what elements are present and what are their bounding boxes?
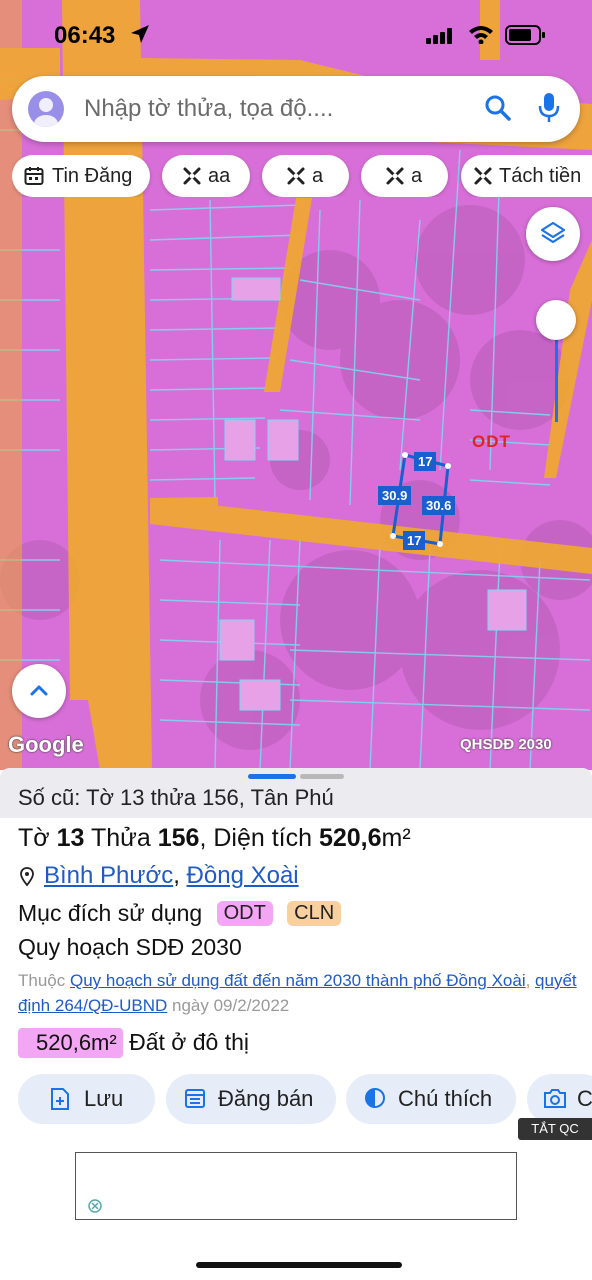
status-bar: 06:43 <box>0 0 592 70</box>
plan-title: Quy hoạch SDĐ 2030 <box>18 934 242 960</box>
parcel-info-sheet: Số cũ: Tờ 13 thửa 156, Tân Phú Tờ 13 Thử… <box>0 768 592 1280</box>
chip-label: Tách tiền <box>499 165 582 187</box>
layers-button[interactable] <box>526 207 580 261</box>
avatar[interactable] <box>28 91 64 127</box>
title-area-unit: m² <box>381 824 411 852</box>
cross-tools-icon <box>474 167 492 185</box>
user-avatar-icon <box>34 98 58 127</box>
province-link[interactable]: Bình Phước <box>44 862 173 889</box>
title-area-label: Diện tích <box>213 824 313 852</box>
home-indicator[interactable] <box>196 1262 402 1268</box>
layers-icon <box>540 221 566 244</box>
expand-up-button[interactable] <box>12 664 66 718</box>
title-thua-number: 156 <box>157 824 200 852</box>
search-bar[interactable]: Nhập tờ thửa, tọa độ.... <box>12 76 580 142</box>
microphone-icon[interactable] <box>538 92 560 124</box>
opacity-slider-knob[interactable] <box>536 300 576 340</box>
action-buttons: Lưu Đăng bán Chú thích C <box>18 1074 592 1124</box>
parcel-title: Tờ 13 Thửa 156, Diện tích 520,6m² <box>18 824 411 852</box>
save-button[interactable]: Lưu <box>18 1074 155 1124</box>
sheet-header[interactable]: Số cũ: Tờ 13 thửa 156, Tân Phú <box>0 768 592 818</box>
zone-label: ODT <box>472 432 511 451</box>
ad-banner[interactable] <box>75 1152 517 1220</box>
status-time: 06:43 <box>54 22 116 49</box>
chip-label: aa <box>208 165 231 187</box>
district-link[interactable]: Đồng Xoài <box>187 862 299 889</box>
plan-prefix: Thuộc <box>18 971 66 990</box>
title-to-number: 13 <box>56 824 85 852</box>
location-row: Bình Phước, Đồng Xoài <box>18 862 299 890</box>
title-area-value: 520,6 <box>318 824 382 852</box>
chip-tin-dang[interactable]: Tin Đăng <box>12 155 150 197</box>
wifi-icon <box>469 26 493 44</box>
battery-icon <box>505 25 545 45</box>
purpose-label: Mục đích sử dụng <box>18 900 203 926</box>
plan-date: ngày 09/2/2022 <box>172 996 290 1015</box>
legend-button[interactable]: Chú thích <box>346 1074 516 1124</box>
post-sale-label: Đăng bán <box>218 1086 314 1111</box>
filter-chips: Tin Đăng aa a a Tách tiền <box>12 155 592 197</box>
layer-tag: QHSDĐ 2030 <box>460 736 552 753</box>
chip-tach-tien[interactable]: Tách tiền <box>461 155 592 197</box>
cross-tools-icon <box>183 167 201 185</box>
google-logo: Google <box>8 732 84 757</box>
old-reference: Số cũ: Tờ 13 thửa 156, Tân Phú <box>18 785 334 810</box>
plan-description: Thuộc Quy hoạch sử dụng đất đến năm 2030… <box>18 971 577 1015</box>
plan-link[interactable]: Quy hoạch sử dụng đất đến năm 2030 thành… <box>70 971 526 990</box>
chip-a-1[interactable]: a <box>262 155 349 197</box>
dimension-top: 17 <box>414 452 437 471</box>
chip-label: Tin Đăng <box>52 165 133 187</box>
map-pin-icon <box>20 867 34 887</box>
purpose-row: Mục đích sử dụng ODT CLN <box>18 900 342 927</box>
chip-label: a <box>312 165 324 187</box>
map-view[interactable]: 06:43 Nhập tờ thửa, tọa độ.... Tin Đăng … <box>0 0 592 770</box>
title-thua-word: Thửa <box>90 824 151 852</box>
search-input[interactable]: Nhập tờ thửa, tọa độ.... <box>84 95 333 123</box>
location-arrow-icon <box>131 25 149 43</box>
chip-label: a <box>411 165 423 187</box>
area-type: Đất ở đô thị <box>129 1029 250 1055</box>
chevron-up-icon <box>30 685 48 696</box>
cross-tools-icon <box>287 167 305 185</box>
title-to-word: Tờ <box>18 824 50 852</box>
sheet-handle[interactable] <box>300 774 344 779</box>
sheet-handle-active[interactable] <box>248 774 296 779</box>
photo-label: C <box>577 1086 592 1111</box>
photo-button[interactable]: C <box>527 1074 592 1124</box>
calendar-icon <box>185 1089 205 1108</box>
post-sale-button[interactable]: Đăng bán <box>166 1074 336 1124</box>
ad-close-icon[interactable] <box>88 1199 102 1213</box>
contrast-icon <box>365 1088 385 1108</box>
hide-ads-button[interactable]: TẮT QC <box>518 1118 592 1140</box>
camera-icon <box>544 1089 566 1108</box>
save-label: Lưu <box>84 1086 124 1111</box>
dimension-right: 30.6 <box>422 496 456 515</box>
calendar-icon <box>24 167 44 185</box>
cross-tools-icon <box>386 167 404 185</box>
area-badge: 520,6m² <box>18 1028 123 1058</box>
tag-odt[interactable]: ODT <box>216 901 273 926</box>
search-icon[interactable] <box>484 94 512 122</box>
dimension-bottom: 17 <box>403 531 426 550</box>
chip-a-2[interactable]: a <box>361 155 448 197</box>
legend-label: Chú thích <box>398 1086 493 1111</box>
tag-cln[interactable]: CLN <box>287 901 342 926</box>
cellular-signal-icon <box>426 28 452 44</box>
area-row: 520,6m² Đất ở đô thị <box>18 1028 249 1058</box>
file-plus-icon <box>51 1088 69 1110</box>
dimension-left: 30.9 <box>378 486 412 505</box>
chip-aa[interactable]: aa <box>162 155 250 197</box>
